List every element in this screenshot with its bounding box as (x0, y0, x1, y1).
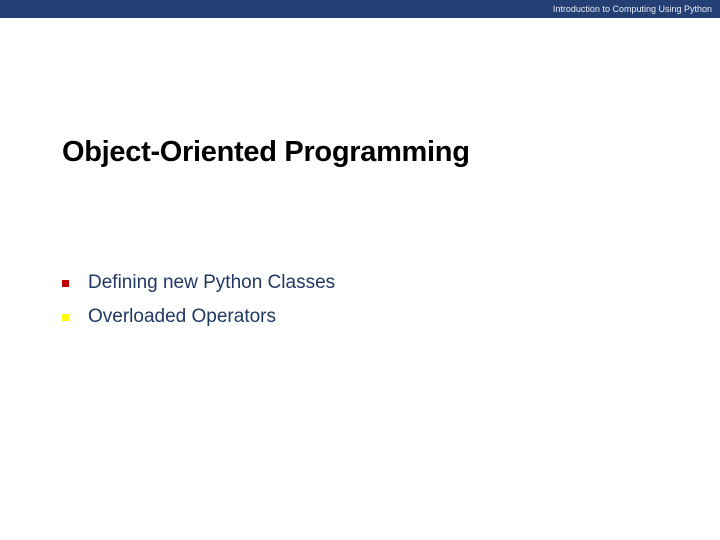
bullet-item-defining-classes: Defining new Python Classes (62, 266, 335, 300)
slide: Introduction to Computing Using Python O… (0, 0, 720, 540)
bullet-text: Defining new Python Classes (88, 272, 336, 293)
header-bar: Introduction to Computing Using Python (0, 0, 720, 18)
bullet-item-overloaded-operators: Overloaded Operators (62, 300, 335, 334)
slide-title: Object-Oriented Programming (62, 136, 470, 168)
bullet-text: Overloaded Operators (88, 306, 276, 327)
course-title: Introduction to Computing Using Python (552, 4, 712, 14)
square-bullet-icon (62, 313, 69, 321)
square-bullet-icon (62, 279, 69, 287)
bullet-list: Defining new Python Classes Overloaded O… (62, 266, 335, 334)
